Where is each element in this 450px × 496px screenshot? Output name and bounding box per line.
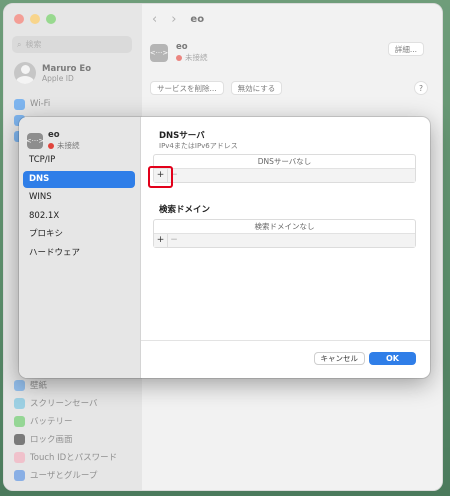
dns-servers-subtitle: IPv4またはIPv6アドレス — [159, 142, 238, 150]
sheet-sidebar: <···> eo 未接続 TCP/IP DNS WINS 802.1X プロキシハードウ… — [19, 117, 141, 378]
dns-servers-title: DNSサーバ — [159, 131, 205, 141]
add-search-domain-button[interactable]: + — [154, 234, 167, 247]
tab-2[interactable]: WINS — [23, 189, 135, 206]
highlight-box — [148, 166, 173, 188]
sheet-tabs: TCP/IP DNS WINS 802.1X プロキシハードウェア — [23, 152, 135, 263]
tab-3[interactable]: 802.1X — [23, 208, 135, 225]
sheet-service-status-text: 未接続 — [57, 141, 80, 150]
search-domains-table[interactable]: 検索ドメインなし + − — [153, 219, 416, 248]
sheet-service-name: eo — [48, 130, 60, 140]
search-domains-empty-text: 検索ドメインなし — [154, 220, 415, 234]
ok-button[interactable]: OK — [369, 352, 416, 365]
tab-1[interactable]: DNS — [23, 170, 135, 188]
cancel-button[interactable]: キャンセル — [313, 352, 365, 365]
dns-servers-empty-text: DNSサーバなし — [154, 155, 415, 169]
search-domains-title: 検索ドメイン — [159, 205, 211, 215]
dns-servers-toolbar: + − — [154, 169, 415, 182]
dns-settings-sheet: <···> eo 未接続 TCP/IP DNS WINS 802.1X プロキシハードウ… — [19, 117, 430, 378]
sheet-footer-divider — [141, 340, 430, 341]
sheet-main: DNSサーバ IPv4またはIPv6アドレス DNSサーバなし + − 検索ドメ… — [141, 117, 430, 378]
search-domains-toolbar: + − — [154, 234, 415, 247]
tab-0[interactable]: TCP/IP — [23, 152, 135, 169]
tab-5[interactable]: ハードウェア — [23, 245, 135, 262]
network-service-icon: <···> — [26, 132, 44, 149]
status-dot-icon — [48, 142, 54, 149]
sheet-service-status: 未接続 — [48, 140, 80, 151]
remove-search-domain-button[interactable]: − — [167, 234, 180, 247]
tab-4[interactable]: プロキシ — [23, 226, 135, 243]
sheet-service-summary: <···> eo 未接続 — [26, 130, 80, 151]
dns-servers-table[interactable]: DNSサーバなし + − — [153, 154, 416, 183]
